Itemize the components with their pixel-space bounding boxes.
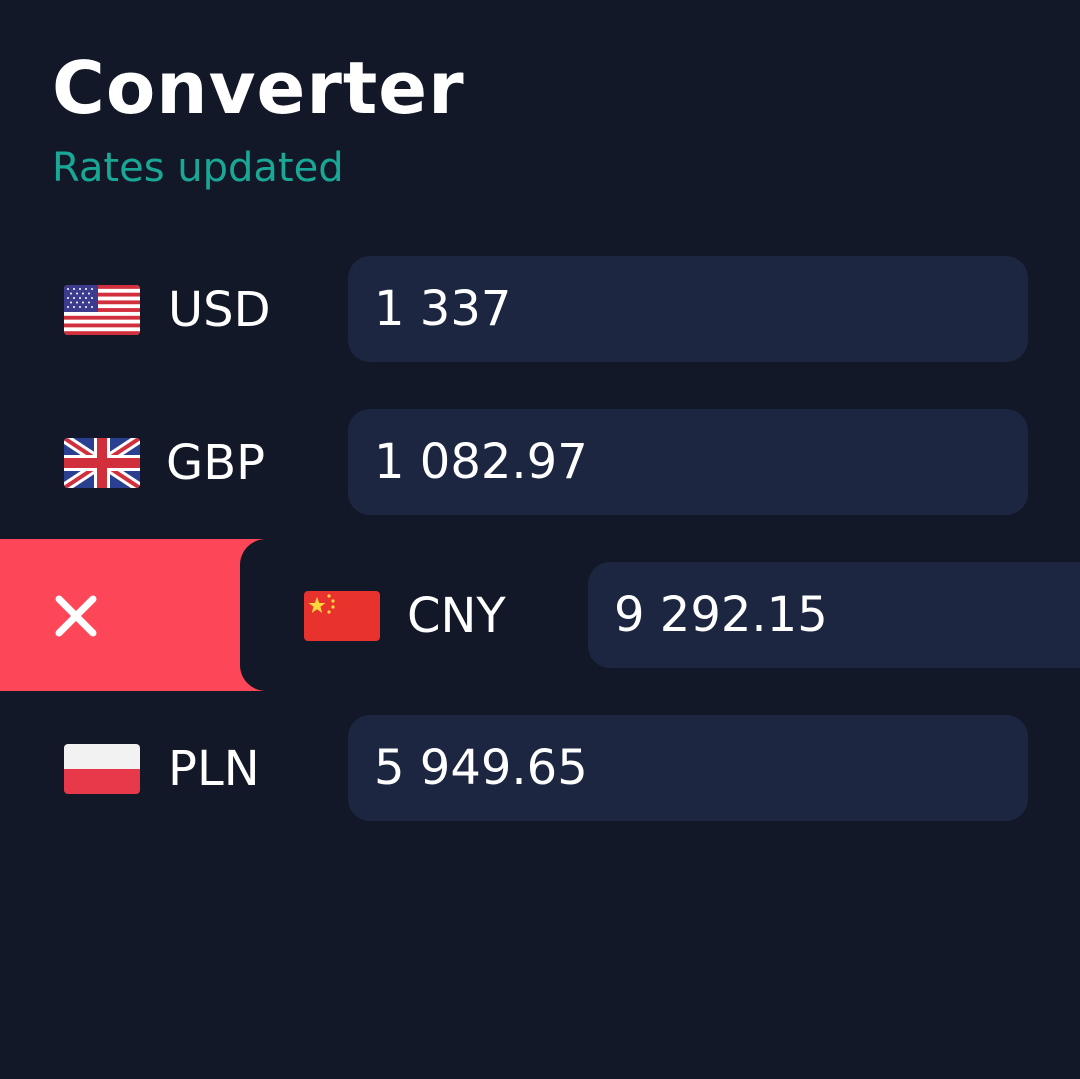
china-flag-icon <box>304 591 380 641</box>
currency-row-pln: PLN 5 949.65 <box>0 715 1080 823</box>
currency-code: GBP <box>166 435 266 491</box>
currency-code: CNY <box>407 588 506 644</box>
amount-field-pln[interactable]: 5 949.65 <box>348 715 1028 821</box>
currency-row-gbp: GBP 1 082.97 <box>0 409 1080 517</box>
amount-field-cny[interactable]: 9 292.15 <box>588 562 1080 668</box>
currency-code: PLN <box>168 741 260 797</box>
page-title: Converter <box>52 46 465 130</box>
amount-field-usd[interactable]: 1 337 <box>348 256 1028 362</box>
currency-code: USD <box>168 282 271 338</box>
currency-row-usd: USD 1 337 <box>0 256 1080 364</box>
uk-flag-icon <box>64 438 140 488</box>
currency-row-cny[interactable]: CNY 9 292.15 <box>0 562 1080 670</box>
amount-field-gbp[interactable]: 1 082.97 <box>348 409 1028 515</box>
rates-status: Rates updated <box>52 145 344 191</box>
us-flag-icon <box>64 285 140 335</box>
poland-flag-icon <box>64 744 140 794</box>
